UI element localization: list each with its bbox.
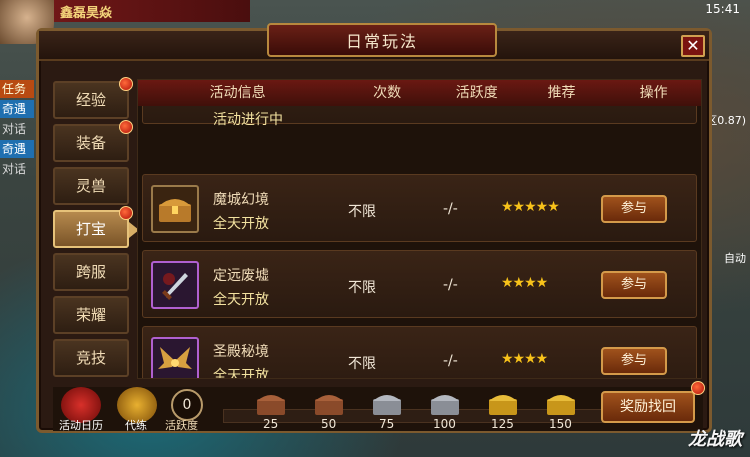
daily-activities-panel: 日常玩法 ✕ 经验 装备 灵兽 打宝 跨服 荣耀 竞技 活动信息 次数 活跃度 … — [36, 23, 712, 433]
treasure-chest-icon — [151, 185, 199, 233]
left-side-items: 任务 奇遇 对话 奇遇 对话 — [0, 80, 34, 180]
row-name: 圣殿秘境 — [213, 344, 269, 360]
right-auto-label[interactable]: 自动 — [724, 250, 746, 266]
notification-dot-icon — [119, 206, 133, 220]
notification-dot-icon — [119, 120, 133, 134]
join-button[interactable]: 参与 — [601, 271, 667, 299]
sword-icon — [151, 261, 199, 309]
tab-treasure[interactable]: 打宝 — [53, 206, 139, 248]
tab-label: 经验 — [75, 91, 106, 109]
task-chip[interactable]: 任务 — [0, 80, 34, 98]
tab-label: 灵兽 — [75, 177, 106, 195]
tab-label: 装备 — [75, 134, 106, 152]
table-header: 活动信息 次数 活跃度 推荐 操作 — [138, 80, 701, 106]
player-name: 鑫磊昊焱 — [60, 6, 113, 21]
row-count: 不限 — [348, 280, 376, 296]
table-row: 圣殿秘境 全天开放 不限 -/- ★★★★ 参与 — [142, 326, 697, 379]
activity-table[interactable]: 活动信息 次数 活跃度 推荐 操作 活动进行中 魔城幻境 全天开放 不限 -/-… — [137, 79, 702, 379]
milestone-label: 150 — [549, 417, 572, 431]
side-chip[interactable]: 奇遇 — [0, 100, 34, 118]
gold-chest-icon[interactable] — [487, 389, 519, 417]
activity-progress-bar: 活动日历 代练 0 活跃度 25 50 75 100 125 150 奖励找回 — [53, 381, 705, 432]
close-button[interactable]: ✕ — [681, 35, 705, 57]
golden-wings-icon — [151, 337, 199, 378]
row-count: 不限 — [348, 204, 376, 220]
row-time: 全天开放 — [213, 292, 269, 308]
milestone-label: 50 — [321, 417, 337, 431]
tab-label: 打宝 — [75, 220, 106, 238]
notification-dot-icon — [119, 77, 133, 91]
star-rating: ★★★★ — [501, 275, 548, 291]
notification-dot-icon — [691, 381, 705, 395]
gold-chest-icon[interactable] — [545, 389, 577, 417]
tab-cross-server[interactable]: 跨服 — [53, 253, 129, 291]
panel-title: 日常玩法 — [345, 32, 418, 51]
tab-exp[interactable]: 经验 — [53, 77, 133, 119]
row-time: 全天开放 — [213, 368, 269, 379]
tab-equipment[interactable]: 装备 — [53, 120, 133, 162]
tab-pet[interactable]: 灵兽 — [53, 167, 129, 205]
tab-label: 跨服 — [75, 263, 106, 281]
reward-recovery-button[interactable]: 奖励找回 — [601, 391, 695, 423]
panel-title-plate: 日常玩法 — [267, 23, 497, 57]
row-name: 魔城幻境 — [213, 192, 269, 208]
header-action: 操作 — [639, 85, 668, 101]
table-row: 魔城幻境 全天开放 不限 -/- ★★★★★ 参与 — [142, 174, 697, 242]
tab-honor[interactable]: 荣耀 — [53, 296, 129, 334]
clock: 15:41 — [705, 2, 740, 16]
close-icon: ✕ — [686, 36, 700, 55]
milestone-label: 25 — [263, 417, 279, 431]
row-time: 全天开放 — [213, 216, 269, 232]
row-count: 不限 — [348, 356, 376, 372]
star-rating: ★★★★★ — [501, 199, 560, 215]
category-tabs: 经验 装备 灵兽 打宝 跨服 荣耀 竞技 — [53, 77, 139, 382]
silver-chest-icon[interactable] — [429, 389, 461, 417]
side-chip[interactable]: 对话 — [0, 160, 34, 178]
table-row: 定远废墟 全天开放 不限 -/- ★★★★ 参与 — [142, 250, 697, 318]
star-rating: ★★★★ — [501, 351, 548, 367]
milestone-label: 125 — [491, 417, 514, 431]
header-activity: 活跃度 — [455, 85, 498, 101]
watermark-logo: 龙战歌 — [688, 429, 742, 450]
bronze-chest-icon[interactable] — [313, 389, 345, 417]
row-time: 活动进行中 — [213, 112, 283, 128]
join-button[interactable]: 参与 — [601, 195, 667, 223]
bronze-chest-icon[interactable] — [255, 389, 287, 417]
row-activity: -/- — [443, 353, 458, 369]
row-activity: -/- — [443, 201, 458, 217]
milestone-label: 75 — [379, 417, 395, 431]
calendar-label: 活动日历 — [59, 419, 103, 432]
side-chip[interactable]: 奇遇 — [0, 140, 34, 158]
header-info: 活动信息 — [209, 85, 266, 101]
tab-label: 荣耀 — [75, 306, 106, 324]
daily-label: 代练 — [125, 419, 147, 432]
row-activity: -/- — [443, 277, 458, 293]
join-button[interactable]: 参与 — [601, 347, 667, 375]
silver-chest-icon[interactable] — [371, 389, 403, 417]
header-count: 次数 — [373, 85, 402, 101]
side-chip[interactable]: 对话 — [0, 120, 34, 138]
activity-label: 活跃度 — [165, 419, 198, 432]
header-recommend: 推荐 — [547, 85, 576, 101]
row-name: 定远废墟 — [213, 268, 269, 284]
milestone-label: 100 — [433, 417, 456, 431]
tab-label: 竞技 — [75, 349, 106, 367]
tab-arena[interactable]: 竞技 — [53, 339, 129, 377]
